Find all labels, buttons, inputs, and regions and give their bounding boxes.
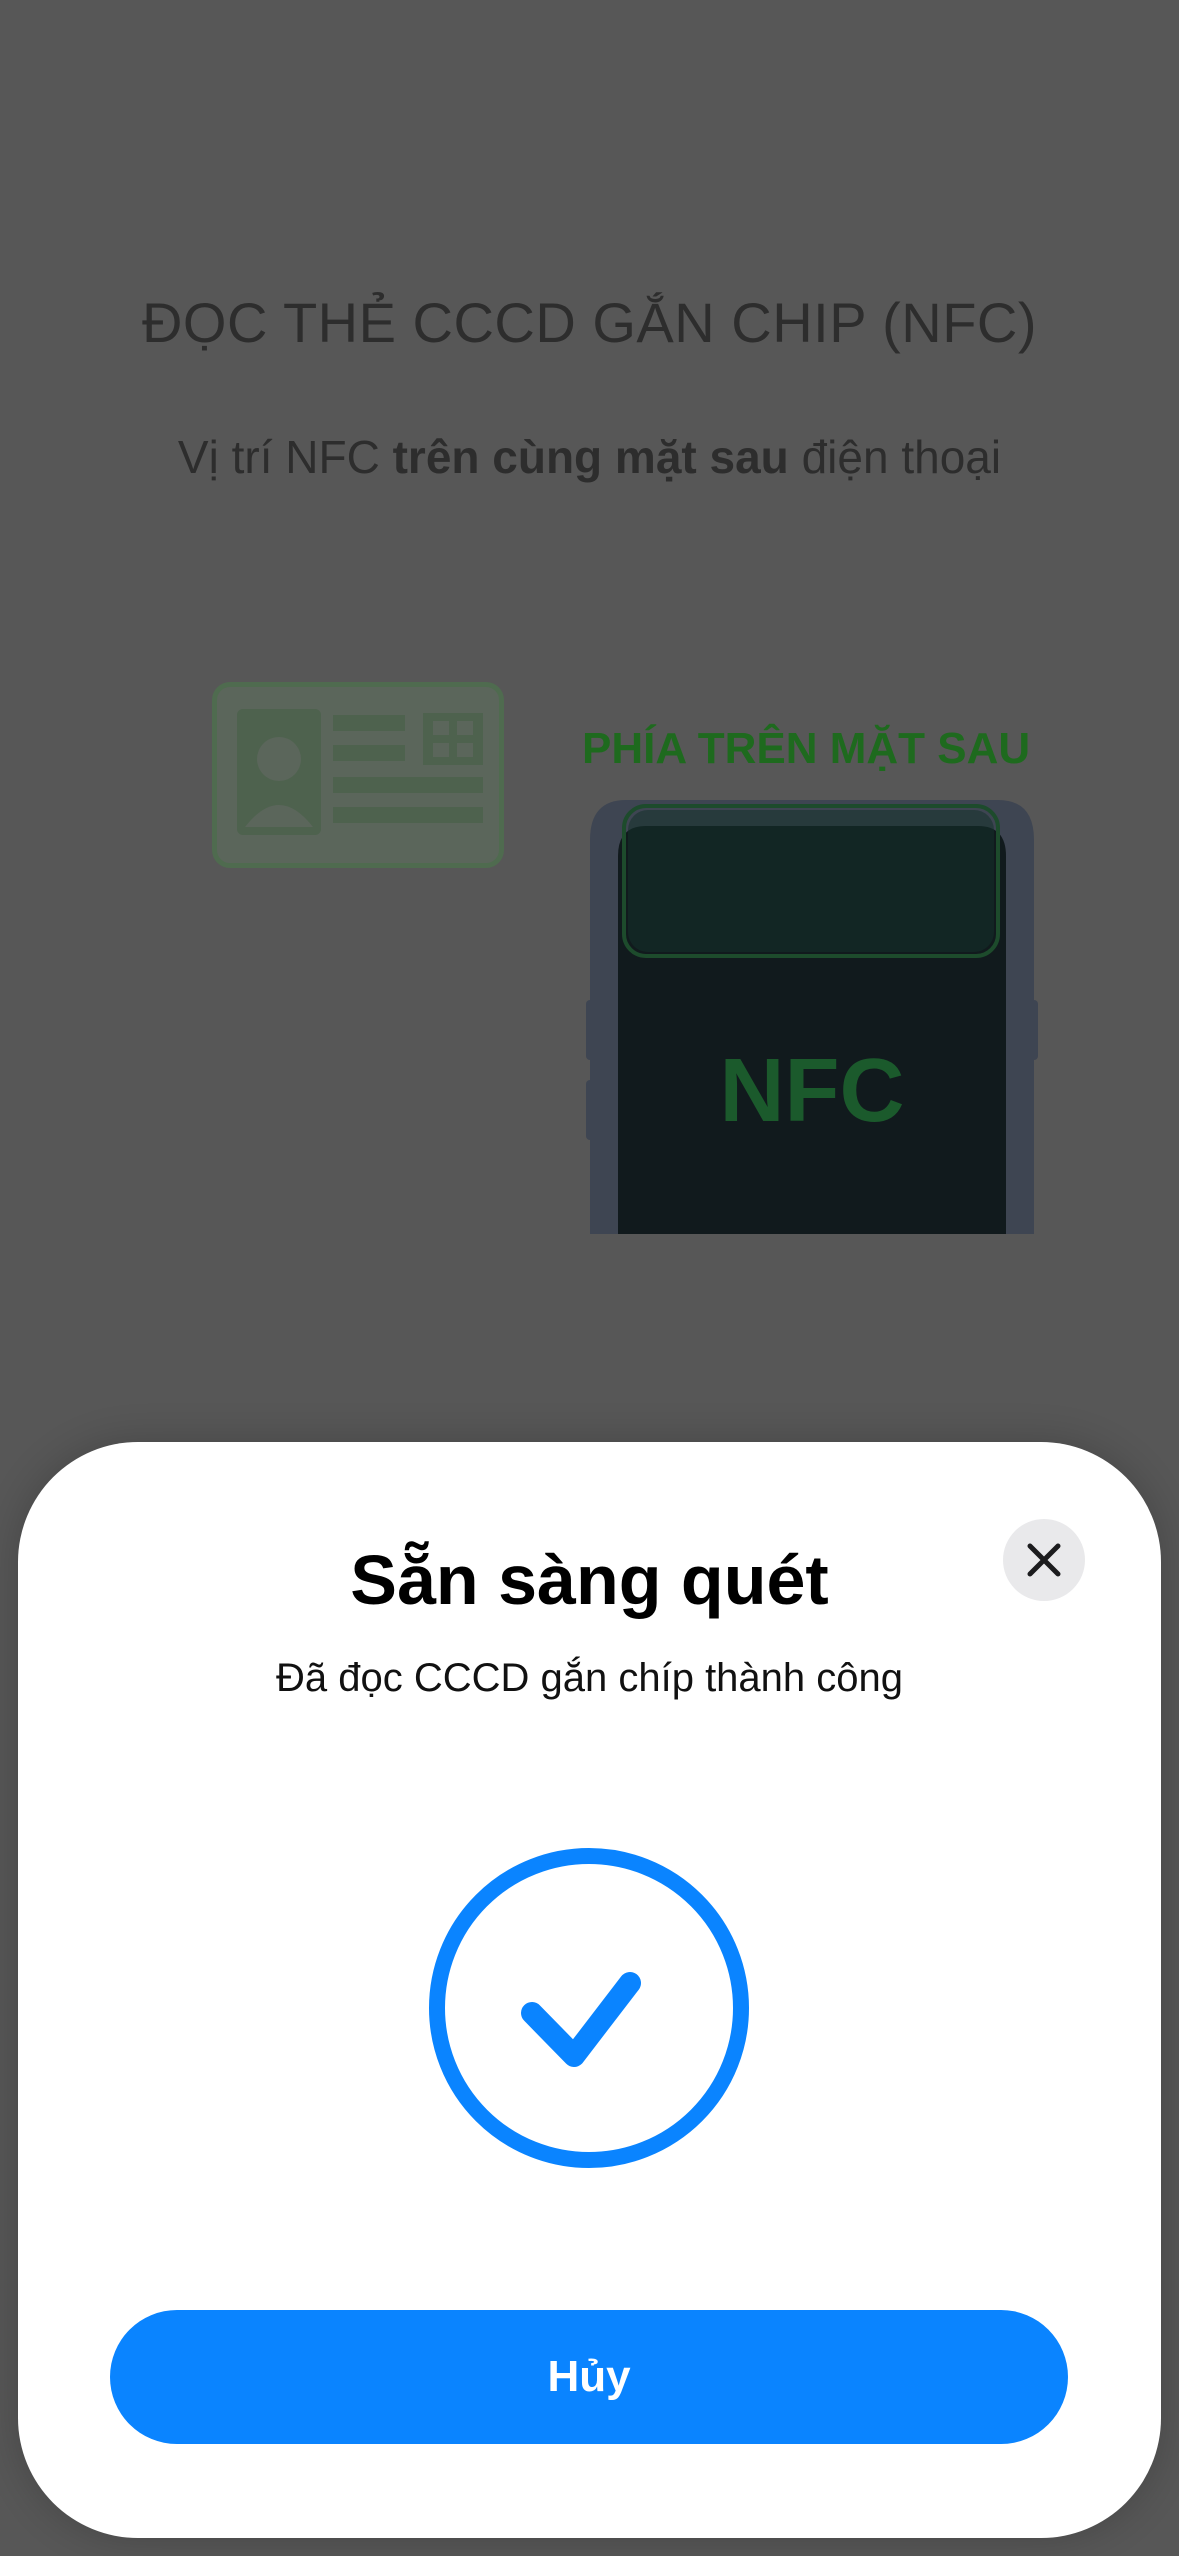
cancel-button-label: Hủy xyxy=(547,2352,631,2401)
instruction-suffix: điện thoại xyxy=(788,431,1002,483)
close-button[interactable] xyxy=(1003,1519,1085,1601)
nfc-location-label: PHÍA TRÊN MẶT SAU xyxy=(582,724,1031,773)
phone-illustration: NFC xyxy=(586,800,1038,1234)
sheet-title: Sẵn sàng quét xyxy=(350,1541,829,1619)
cancel-button[interactable]: Hủy xyxy=(110,2310,1068,2444)
id-card-illustration xyxy=(212,682,504,868)
instruction-text: Vị trí NFC trên cùng mặt sau điện thoại xyxy=(0,430,1179,484)
id-card-icon xyxy=(237,709,483,835)
instruction-bold: trên cùng mặt sau xyxy=(392,431,789,483)
close-icon xyxy=(1027,1543,1061,1577)
instruction-prefix: Vị trí NFC xyxy=(177,431,393,483)
checkmark-circle-icon xyxy=(428,1847,750,2169)
page-title: ĐỌC THẺ CCCD GẮN CHIP (NFC) xyxy=(141,291,1037,354)
phone-back-icon xyxy=(586,800,1038,1234)
sheet-message: Đã đọc CCCD gắn chíp thành công xyxy=(275,1656,904,1700)
nfc-label: NFC xyxy=(719,1041,905,1141)
